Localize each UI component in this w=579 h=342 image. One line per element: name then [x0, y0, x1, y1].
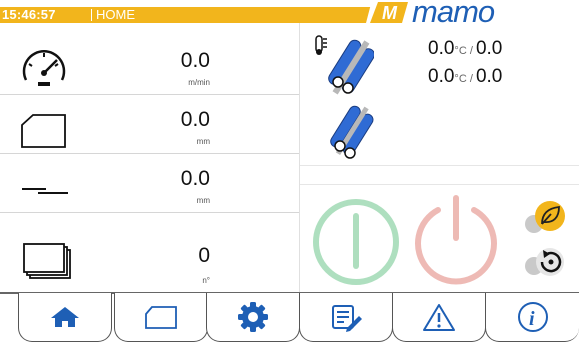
stop-button[interactable]	[408, 192, 504, 290]
clock: 15:46:57	[2, 7, 56, 22]
temperature-unit-1: °C	[454, 45, 467, 57]
gear-icon	[238, 302, 268, 332]
start-button[interactable]	[308, 194, 404, 290]
page-title: HOME	[96, 7, 135, 22]
sheet-length-row: 0.0 mm	[0, 96, 300, 154]
header-bar	[0, 7, 375, 23]
tab-bar: i	[18, 293, 579, 342]
temperature-target-2: 0.0	[475, 66, 503, 87]
sheet-length-value: 0.0	[180, 108, 210, 131]
sheet-length-unit: mm	[196, 137, 210, 146]
svg-text:mamo: mamo	[412, 0, 495, 23]
tab-home[interactable]	[18, 293, 112, 342]
speed-unit: m/min	[188, 78, 210, 87]
sheet-count-unit: n°	[202, 276, 210, 285]
sheet-length-icon	[21, 114, 66, 148]
svg-text:M: M	[382, 3, 398, 23]
machine-hmi-screen: 15:46:57 HOME M mamo 0.0 m/min 0.0 mm 0.…	[0, 0, 579, 342]
thickness-icon	[22, 188, 68, 194]
temperature-row-1: 0.0°C / 0.0	[428, 38, 503, 59]
info-icon: i	[517, 302, 548, 332]
warning-icon	[423, 304, 455, 331]
rollers-icon	[330, 105, 374, 159]
tab-recipes[interactable]	[299, 293, 393, 342]
thickness-unit: mm	[196, 196, 210, 205]
sheet-stack-icon	[23, 243, 71, 279]
sheet-count-value: 0	[198, 244, 210, 267]
sheet-icon	[145, 306, 177, 329]
temperature-row-2: 0.0°C / 0.0	[428, 66, 503, 87]
tab-settings[interactable]	[206, 293, 300, 342]
temperature-value-2: 0.0	[428, 66, 455, 87]
temperature-target-1: 0.0	[475, 38, 503, 59]
thickness-value: 0.0	[180, 167, 210, 190]
temperature-unit-2: °C	[454, 73, 467, 85]
speed-row: 0.0 m/min	[0, 37, 300, 95]
mamo-logo: M mamo	[366, 0, 579, 23]
reset-toggle[interactable]	[520, 244, 572, 282]
eco-mode-toggle[interactable]	[520, 198, 572, 236]
speedometer-icon	[22, 50, 66, 86]
header: 15:46:57 HOME M mamo	[0, 0, 579, 23]
heated-rollers-icon	[315, 35, 374, 95]
tab-sheet[interactable]	[114, 293, 208, 342]
home-icon	[51, 307, 79, 327]
sheet-count-row: 0 n°	[0, 214, 300, 293]
svg-text:i: i	[529, 308, 535, 330]
edit-list-icon	[332, 305, 362, 332]
tab-info[interactable]: i	[485, 293, 579, 342]
tab-alarms[interactable]	[392, 293, 486, 342]
temperature-value-1: 0.0	[428, 38, 455, 59]
thickness-row: 0.0 mm	[0, 155, 300, 213]
speed-value: 0.0	[180, 49, 210, 72]
